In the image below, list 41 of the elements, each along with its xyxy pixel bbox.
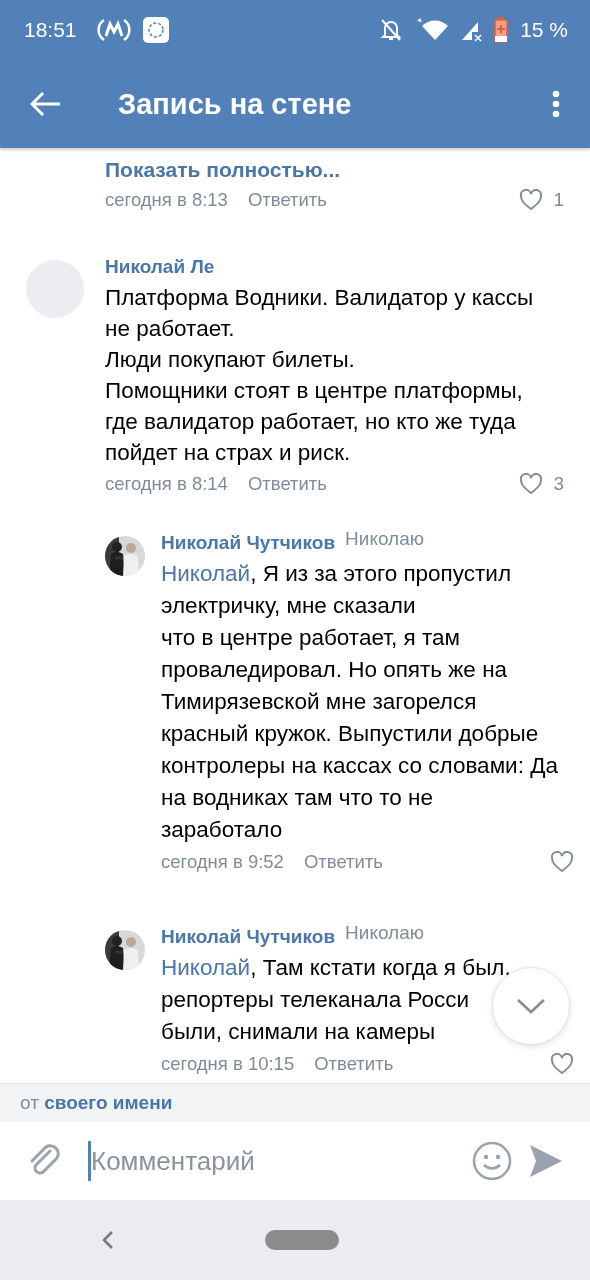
send-icon[interactable] [528, 1143, 564, 1179]
reply-to-name: Николаю [345, 528, 425, 550]
heart-icon[interactable] [519, 189, 544, 211]
reply-link[interactable]: Ответить [247, 473, 327, 495]
comment-date: сегодня в 8:14 [105, 473, 228, 495]
text-cursor [88, 1141, 91, 1181]
status-time: 18:51 [24, 18, 77, 42]
app-icon [142, 17, 169, 43]
battery-icon [494, 17, 509, 43]
author-name[interactable]: Николай Чутчиков [161, 922, 336, 952]
reply-link[interactable]: Ответить [247, 189, 327, 211]
back-icon[interactable] [30, 91, 62, 117]
screen-title: Запись на стене [118, 87, 353, 121]
comment-text: Николай, Я из за этого пропустил электричку, мне сказали что в центре работает, я там проваледировал. Но опять же на Тимирязевской мне загорелся красный кружок. Выпустили добрые контролеры на кассах со словами: Да на водниках там что то не заработало [161, 560, 559, 844]
author-name[interactable]: Николай Чутчиков [161, 528, 336, 558]
reply-link[interactable]: Ответить [314, 1053, 394, 1075]
like-count: 1 [553, 189, 564, 211]
comment-field[interactable]: Комментарий [91, 1145, 456, 1177]
metro-icon [96, 17, 131, 43]
nav-back-icon[interactable] [101, 1230, 115, 1250]
author-name[interactable]: Николай Ле [105, 252, 215, 282]
home-handle[interactable] [265, 1230, 339, 1250]
menu-icon[interactable] [552, 90, 560, 118]
author-selector[interactable]: от своего имени [20, 1092, 173, 1114]
comment-date: сегодня в 8:13 [105, 189, 228, 211]
reply-link[interactable]: Ответить [303, 851, 383, 873]
mention-link[interactable]: Николай [161, 955, 251, 980]
comment-text: Платформа Водники. Валидатор у кассы не работает. Люди покупают билеты. Помощники стоят в центре платформы, где валидатор работает, но кто же туда пойдет на страх и риск. [105, 284, 535, 467]
comment-date: сегодня в 10:15 [161, 1053, 295, 1075]
chevron-down-icon [516, 998, 546, 1014]
emoji-icon[interactable] [472, 1141, 512, 1181]
heart-icon[interactable] [550, 1053, 574, 1075]
battery-level: 15 % [520, 18, 568, 42]
heart-icon[interactable] [519, 473, 544, 495]
mention-link[interactable]: Николай [161, 561, 251, 586]
bell-off-icon [380, 18, 403, 42]
reply-to-name: Николаю [345, 922, 425, 944]
show-more-link[interactable]: Показать полностью... [105, 156, 341, 184]
heart-icon[interactable] [550, 851, 574, 873]
like-count: 3 [553, 473, 564, 495]
comment-date: сегодня в 9:52 [161, 851, 284, 873]
